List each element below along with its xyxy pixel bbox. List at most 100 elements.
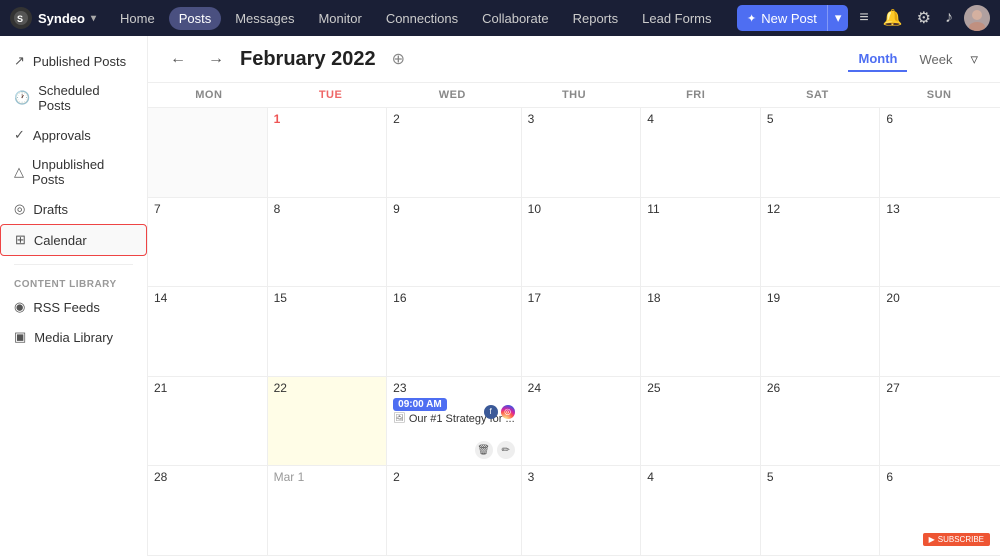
nav-connections[interactable]: Connections	[376, 7, 468, 30]
new-post-button[interactable]: ✦ New Post ▾	[737, 5, 848, 31]
cell-number: 10	[528, 202, 635, 216]
sidebar-item-published-posts[interactable]: ↗ Published Posts	[0, 46, 147, 76]
cell-number: 3	[528, 470, 635, 484]
cell-number: 20	[886, 291, 994, 305]
calendar-cell-30[interactable]: 2	[387, 466, 521, 556]
cell-number: 13	[886, 202, 994, 216]
calendar-cell-22[interactable]: 22	[268, 377, 388, 467]
calendar-cell-6[interactable]: 6	[880, 108, 1000, 198]
content-library-label: CONTENT LIBRARY	[0, 273, 147, 292]
cell-number: 5	[767, 470, 874, 484]
calendar-cell-28[interactable]: 28	[148, 466, 268, 556]
calendar-cell-1[interactable]: 1	[268, 108, 388, 198]
calendar-cell-25[interactable]: 25	[641, 377, 761, 467]
calendar-cell-16[interactable]: 16	[387, 287, 521, 377]
calendar-cell-29[interactable]: Mar 1	[268, 466, 388, 556]
settings-icon-btn[interactable]: ⚙	[914, 8, 934, 28]
cell-number: 28	[154, 470, 261, 484]
sidebar-item-rss-feeds[interactable]: ◉ RSS Feeds	[0, 292, 147, 322]
prev-month-button[interactable]: ←	[164, 48, 192, 70]
calendar-cell-17[interactable]: 17	[522, 287, 642, 377]
cell-number: 22	[274, 381, 381, 395]
cell-number: 23	[393, 381, 514, 395]
calendar-cell-2[interactable]: 2	[387, 108, 521, 198]
calendar-search-icon[interactable]: ⊕	[392, 49, 405, 69]
calendar-cell-8[interactable]: 8	[268, 198, 388, 288]
nav-reports[interactable]: Reports	[563, 7, 629, 30]
next-month-button[interactable]: →	[202, 48, 230, 70]
calendar-cell-26[interactable]: 26	[761, 377, 881, 467]
calendar-icon: ⊞	[15, 232, 26, 248]
calendar-cell-13[interactable]: 13	[880, 198, 1000, 288]
calendar-cell-18[interactable]: 18	[641, 287, 761, 377]
calendar-cell-24[interactable]: 24	[522, 377, 642, 467]
day-label-sun: SUN	[878, 83, 1000, 107]
cell-number: 9	[393, 202, 514, 216]
calendar-cell-11[interactable]: 11	[641, 198, 761, 288]
calendar-cell-4[interactable]: 4	[641, 108, 761, 198]
event-delete-icon[interactable]: 🗑	[475, 441, 493, 459]
calendar-cell-31[interactable]: 3	[522, 466, 642, 556]
help-icon-btn[interactable]: ♪	[942, 9, 956, 27]
calendar-cell-7[interactable]: 7	[148, 198, 268, 288]
cell-number: 19	[767, 291, 874, 305]
calendar-cell-10[interactable]: 10	[522, 198, 642, 288]
subscribe-badge: ▶ SUBSCRIBE	[923, 533, 990, 546]
calendar-cell-33[interactable]: 5	[761, 466, 881, 556]
nav-home[interactable]: Home	[110, 7, 165, 30]
calendar-cell-12[interactable]: 12	[761, 198, 881, 288]
sidebar-item-drafts[interactable]: ◎ Drafts	[0, 194, 147, 224]
sidebar-label-scheduled: Scheduled Posts	[38, 83, 133, 113]
instagram-icon: ◎	[501, 405, 515, 419]
sidebar-item-calendar[interactable]: ⊞ Calendar	[0, 224, 147, 256]
sidebar-item-unpublished-posts[interactable]: △ Unpublished Posts	[0, 150, 147, 194]
event-edit-icon[interactable]: ✏	[497, 441, 515, 459]
calendar-grid: 123456789101112131415161718192021222309:…	[148, 108, 1000, 556]
calendar-cell-32[interactable]: 4	[641, 466, 761, 556]
calendar-cell-5[interactable]: 5	[761, 108, 881, 198]
cell-number: 5	[767, 112, 874, 126]
calendar-cell-19[interactable]: 19	[761, 287, 881, 377]
calendar-cell-14[interactable]: 14	[148, 287, 268, 377]
sidebar-label-rss: RSS Feeds	[33, 300, 99, 315]
sidebar-item-approvals[interactable]: ✓ Approvals	[0, 120, 147, 150]
calendar-title: February 2022	[240, 48, 376, 71]
week-view-button[interactable]: Week	[909, 48, 962, 71]
sidebar-label-approvals: Approvals	[33, 128, 91, 143]
calendar-cell-20[interactable]: 20	[880, 287, 1000, 377]
nav-messages[interactable]: Messages	[225, 7, 304, 30]
nav-collaborate[interactable]: Collaborate	[472, 7, 559, 30]
cell-number: 4	[647, 112, 754, 126]
notification-icon-btn[interactable]: 🔔	[880, 8, 906, 28]
calendar-cell-21[interactable]: 21	[148, 377, 268, 467]
cell-number: 8	[274, 202, 381, 216]
menu-icon-btn[interactable]: ≡	[856, 9, 871, 27]
svg-text:S: S	[17, 14, 23, 24]
nav-posts[interactable]: Posts	[169, 7, 222, 30]
facebook-icon: f	[484, 405, 498, 419]
new-post-label: New Post	[761, 11, 817, 26]
cell-number: 16	[393, 291, 514, 305]
scheduled-posts-icon: 🕐	[14, 90, 30, 106]
calendar-cell-9[interactable]: 9	[387, 198, 521, 288]
calendar-cell-23[interactable]: 2309:00 AMf◎🖼Our #1 Strategy for ...🗑✏	[387, 377, 521, 467]
calendar-cell-27[interactable]: 27	[880, 377, 1000, 467]
user-avatar[interactable]	[964, 5, 990, 31]
cell-number: 12	[767, 202, 874, 216]
sidebar: ↗ Published Posts 🕐 Scheduled Posts ✓ Ap…	[0, 36, 148, 556]
filter-button[interactable]: ▿	[964, 46, 984, 72]
calendar-cell-3[interactable]: 3	[522, 108, 642, 198]
month-view-button[interactable]: Month	[848, 47, 907, 72]
sidebar-item-scheduled-posts[interactable]: 🕐 Scheduled Posts	[0, 76, 147, 120]
calendar-cell-0[interactable]	[148, 108, 268, 198]
sidebar-item-media-library[interactable]: ▣ Media Library	[0, 322, 147, 352]
nav-lead-forms[interactable]: Lead Forms	[632, 7, 721, 30]
sidebar-label-published: Published Posts	[33, 54, 126, 69]
cell-number: 24	[528, 381, 635, 395]
new-post-dropdown-arrow[interactable]: ▾	[828, 5, 849, 31]
calendar-cell-15[interactable]: 15	[268, 287, 388, 377]
nav-monitor[interactable]: Monitor	[308, 7, 371, 30]
event-social-icons: f◎	[484, 405, 515, 419]
cell-number: 15	[274, 291, 381, 305]
logo[interactable]: S Syndeo ▾	[10, 7, 96, 29]
